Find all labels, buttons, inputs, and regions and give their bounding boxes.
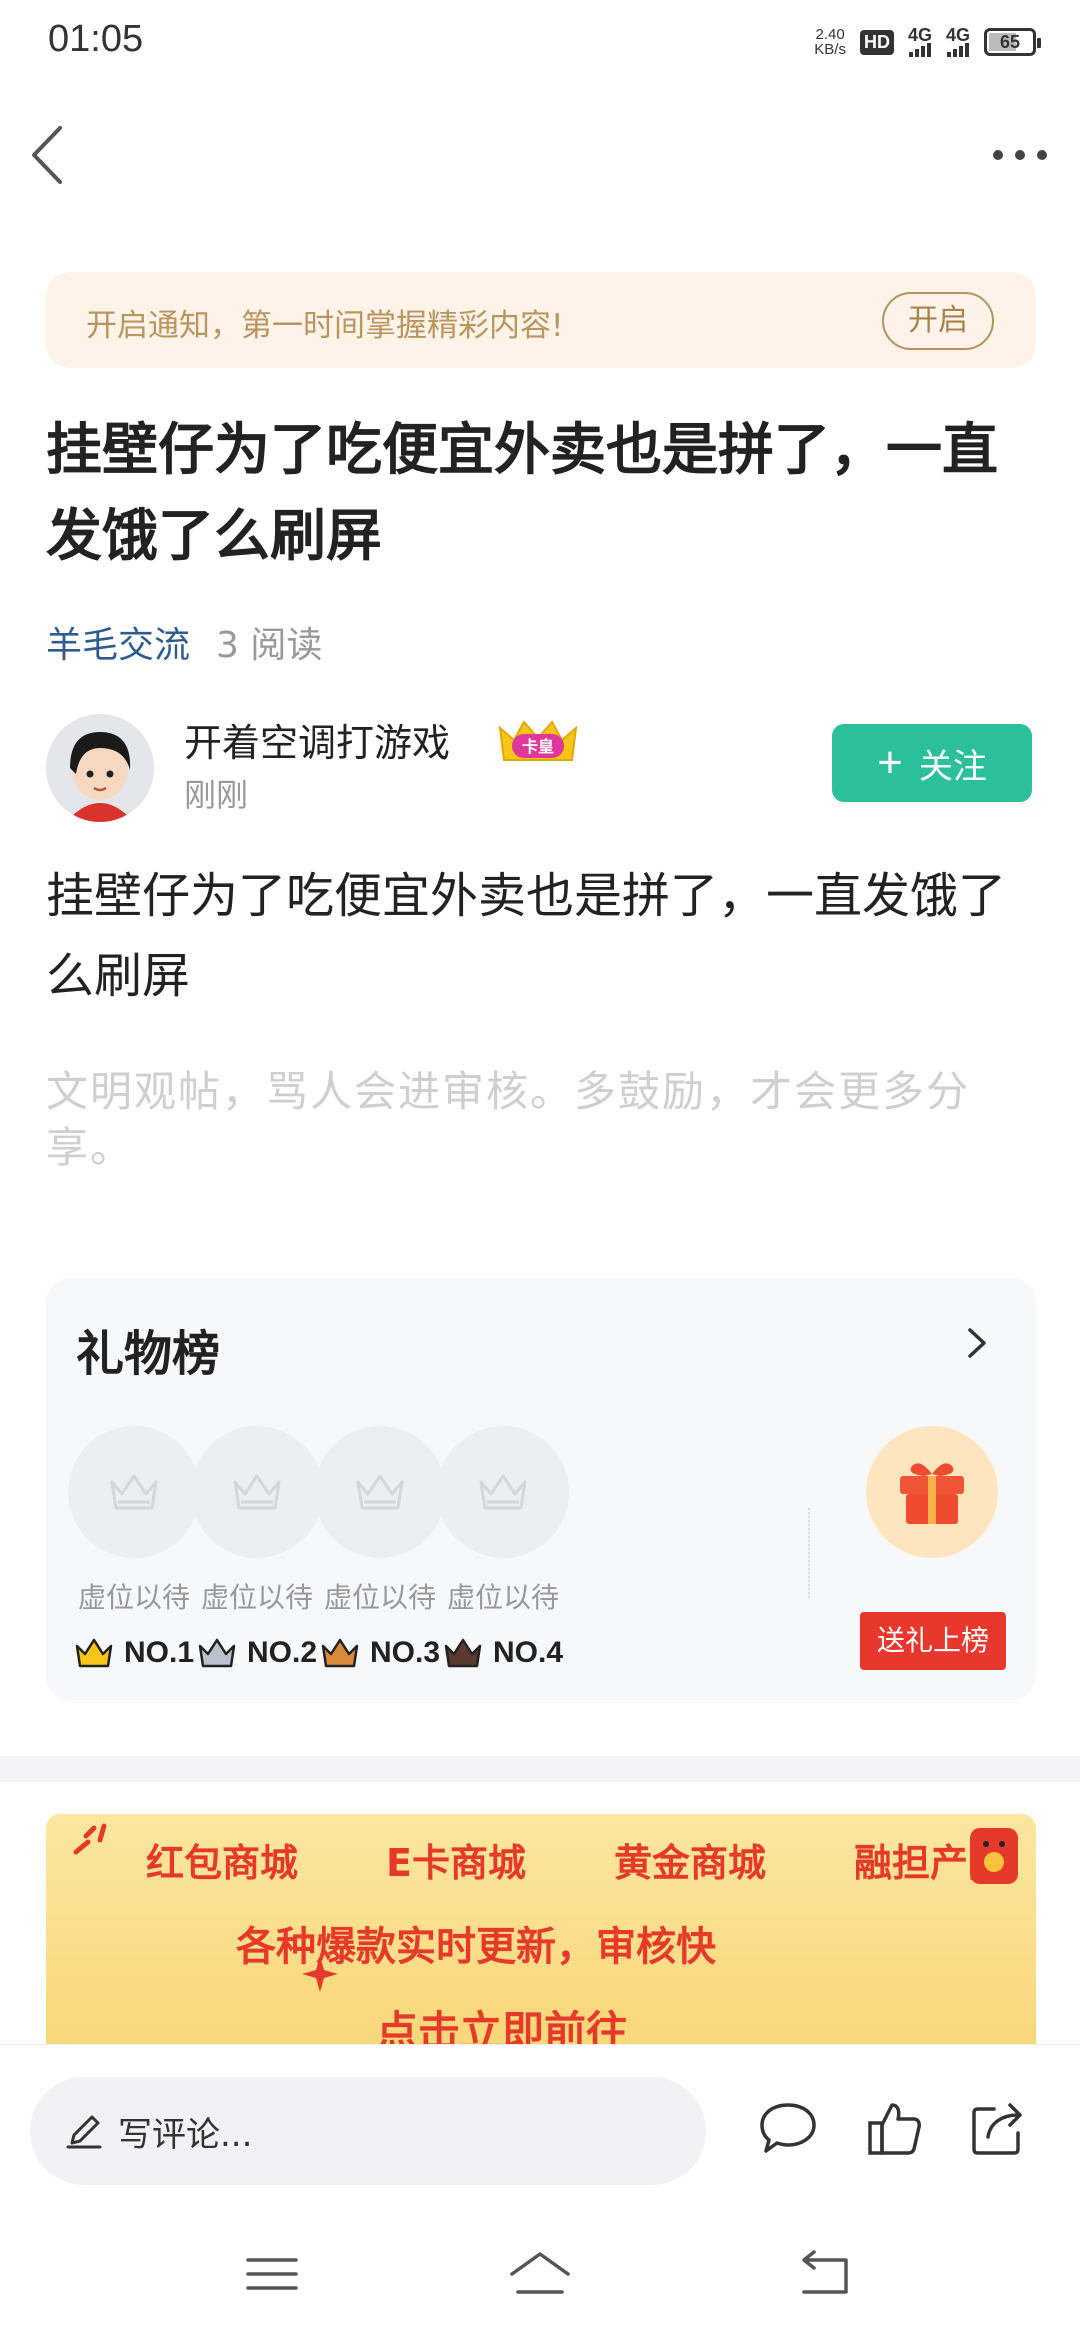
star-icon — [302, 1956, 338, 1992]
hd-icon: HD — [859, 29, 894, 55]
avatar[interactable] — [46, 714, 154, 822]
bottom-bar: 写评论... — [0, 2044, 1080, 2194]
post-time: 刚刚 — [184, 776, 249, 814]
notification-banner: 开启通知，第一时间掌握精彩内容! 开启 — [46, 272, 1036, 368]
slot-label: 虚位以待 — [200, 1581, 313, 1614]
rank-crown-icon — [75, 1638, 113, 1668]
empty-slot-crown-icon — [191, 1426, 323, 1558]
status-time: 01:05 — [48, 18, 144, 60]
read-count: 3 阅读 — [216, 625, 323, 666]
post-meta: 羊毛交流 3 阅读 — [46, 616, 322, 668]
slot-label: 虚位以待 — [323, 1581, 436, 1614]
avatar-image — [46, 714, 154, 822]
svg-text:卡皇: 卡皇 — [522, 737, 554, 756]
ad-item: 黄金商城 — [613, 1841, 766, 1885]
gift-button[interactable] — [866, 1426, 998, 1558]
slot-label: 虚位以待 — [446, 1581, 559, 1614]
menu-button[interactable] — [242, 2244, 302, 2304]
section-separator — [0, 1756, 1080, 1782]
empty-slot-crown-icon — [68, 1426, 200, 1558]
slot-rank: NO.4 — [435, 1636, 571, 1670]
gift-slot[interactable]: 虚位以待 NO.3 — [312, 1426, 448, 1670]
gift-slot[interactable]: 虚位以待 NO.2 — [189, 1426, 325, 1670]
rank-crown-icon — [444, 1638, 482, 1668]
follow-label: 关注 — [918, 747, 987, 786]
gift-board-title: 礼物榜 — [76, 1326, 221, 1382]
category-link[interactable]: 羊毛交流 — [46, 625, 190, 666]
gift-board: 礼物榜 虚位以待 NO.1 虚位以待 NO.2 虚位以待 NO.3 虚位以待 NO.4 送礼上… — [46, 1278, 1036, 1700]
red-envelope-mascot-icon — [970, 1828, 1018, 1884]
slot-rank: NO.2 — [189, 1636, 325, 1670]
comment-bubble-icon — [760, 2103, 816, 2153]
gift-box-icon — [900, 1463, 964, 1524]
empty-slot-crown-icon — [314, 1426, 446, 1558]
rank-crown-icon — [198, 1638, 236, 1668]
signal-sim1-icon: 4G — [908, 26, 932, 57]
home-button[interactable] — [508, 2244, 572, 2304]
gift-board-more-button[interactable] — [956, 1318, 996, 1368]
share-icon — [972, 2103, 1022, 2155]
top-nav — [0, 100, 1080, 210]
empty-slot-crown-icon — [437, 1426, 569, 1558]
plus-icon: + — [877, 738, 903, 787]
network-speed: 2.40 KB/s — [814, 26, 846, 58]
thumbs-up-icon — [868, 2103, 921, 2155]
gift-slot[interactable]: 虚位以待 NO.1 — [66, 1426, 202, 1670]
status-icons: 2.40 KB/s HD 4G 4G 65 — [814, 22, 1041, 62]
slot-rank: NO.3 — [312, 1636, 448, 1670]
comment-input[interactable]: 写评论... — [30, 2077, 706, 2185]
system-navigation — [0, 2210, 1080, 2340]
slot-rank: NO.1 — [66, 1636, 202, 1670]
menu-icon — [246, 2258, 298, 2290]
follow-button[interactable]: + 关注 — [832, 724, 1032, 802]
back-button[interactable] — [22, 118, 82, 192]
system-back-button[interactable] — [794, 2244, 854, 2304]
civility-note: 文明观帖，骂人会进审核。多鼓励，才会更多分享。 — [46, 1067, 971, 1172]
post-body: 挂壁仔为了吃便宜外卖也是拼了，一直发饿了么刷屏 — [46, 868, 1007, 1004]
ad-banner[interactable]: 红包商城 E卡商城 黄金商城 融担产品 各种爆款实时更新，审核快 点击立即前往 — [46, 1814, 1036, 2044]
like-button[interactable] — [862, 2097, 926, 2161]
enable-notification-button[interactable]: 开启 — [882, 292, 994, 350]
pencil-icon — [66, 2115, 102, 2149]
post-title: 挂壁仔为了吃便宜外卖也是拼了，一直发饿了么刷屏 — [46, 418, 998, 569]
ad-cta: 点击立即前往 — [376, 2007, 629, 2044]
more-dots-icon — [993, 150, 1047, 160]
author-name[interactable]: 开着空调打游戏 — [184, 712, 450, 767]
chevron-right-icon — [968, 1328, 986, 1358]
ad-item: 红包商城 — [146, 1841, 299, 1885]
home-icon — [510, 2252, 570, 2294]
comments-button[interactable] — [756, 2097, 820, 2161]
back-arrow-icon — [802, 2250, 848, 2294]
notification-text: 开启通知，第一时间掌握精彩内容! — [86, 308, 564, 344]
sparkle-icon — [73, 1823, 107, 1855]
send-gift-button[interactable]: 送礼上榜 — [860, 1612, 1006, 1670]
battery-icon: 65 — [984, 28, 1041, 56]
slot-label: 虚位以待 — [77, 1581, 190, 1614]
more-button[interactable] — [988, 128, 1052, 182]
signal-sim2-icon: 4G — [946, 26, 970, 57]
vip-badge: 卡皇 — [494, 714, 582, 766]
divider — [808, 1508, 810, 1598]
ad-item: E卡商城 — [386, 1841, 526, 1885]
comment-placeholder: 写评论... — [118, 2114, 253, 2155]
chevron-left-icon — [32, 126, 62, 184]
crown-badge-icon: 卡皇 — [498, 720, 578, 761]
gift-slot[interactable]: 虚位以待 NO.4 — [435, 1426, 571, 1670]
status-bar: 01:05 2.40 KB/s HD 4G 4G 65 — [0, 0, 1080, 84]
share-button[interactable] — [966, 2097, 1030, 2161]
ad-categories: 红包商城 E卡商城 黄金商城 融担产品 — [146, 1832, 1006, 1887]
rank-crown-icon — [321, 1638, 359, 1668]
